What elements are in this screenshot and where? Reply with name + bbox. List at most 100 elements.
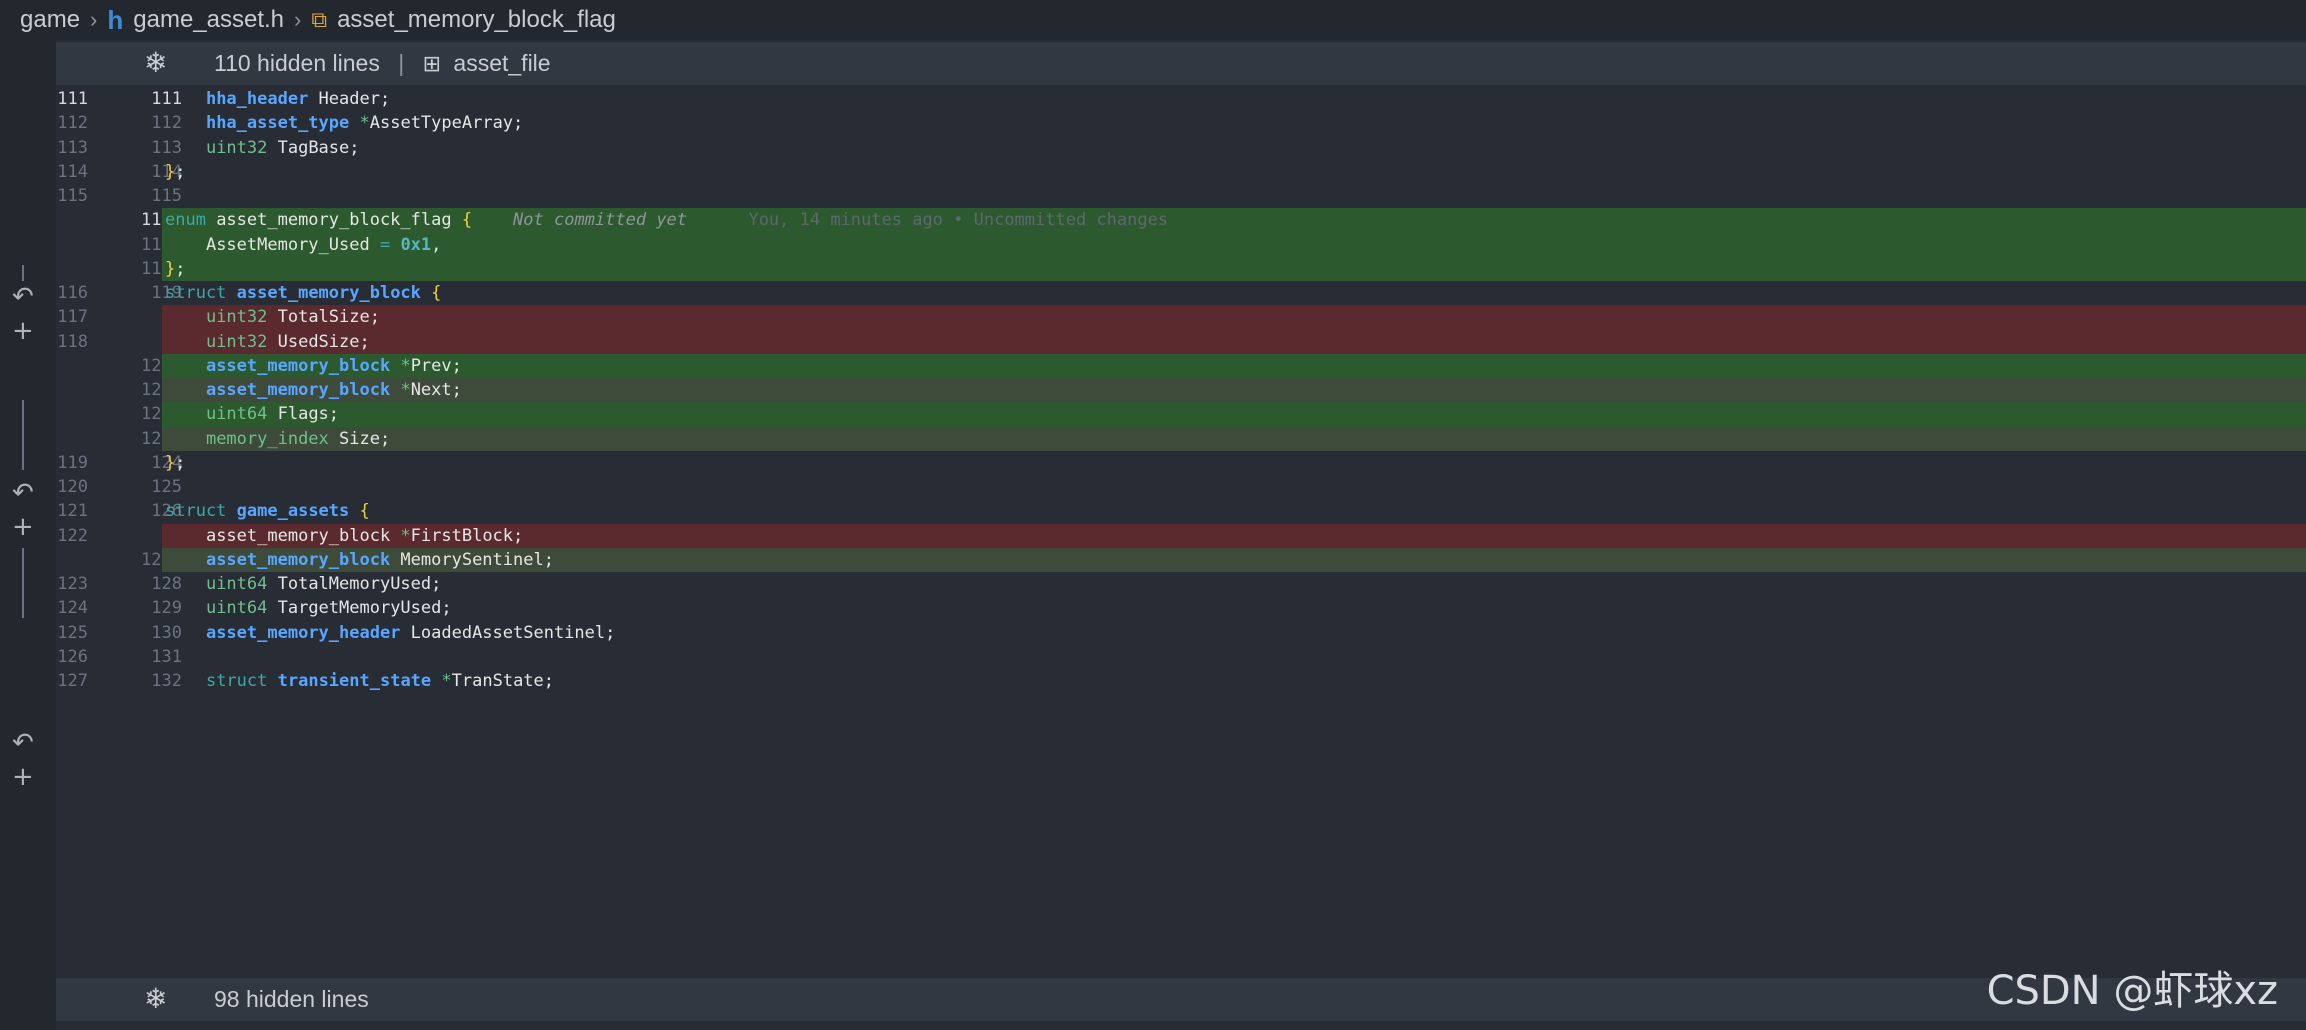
code-token: TranState;: [451, 671, 555, 691]
code-token: TotalMemoryUsed;: [267, 574, 442, 594]
code-line[interactable]: 121 126 struct game_assets {: [56, 499, 2306, 523]
code-text[interactable]: enum asset_memory_block_flag { Not commi…: [162, 208, 2306, 233]
old-line-number: 113: [57, 137, 88, 158]
revert-icon[interactable]: ↶: [12, 478, 34, 508]
stage-icon[interactable]: +: [12, 512, 34, 542]
code-line[interactable]: 126 131: [56, 645, 2306, 669]
code-line[interactable]: 112 112 hha_asset_type *AssetTypeArray;: [56, 111, 2306, 135]
old-line-number: [56, 208, 88, 232]
code-text[interactable]: uint32 TotalSize;: [162, 305, 2306, 330]
old-line-number: 120: [57, 477, 88, 497]
code-text[interactable]: asset_memory_header LoadedAssetSentinel;: [162, 621, 2306, 645]
hidden-lines-bar-bottom[interactable]: ❄ 98 hidden lines: [56, 978, 2306, 1021]
code-text[interactable]: asset_memory_block *Next;: [162, 378, 2306, 403]
code-text[interactable]: };: [162, 160, 2306, 184]
chevron-right-icon: ›: [294, 7, 302, 32]
code-text[interactable]: asset_memory_block *Prev;: [162, 353, 2306, 378]
code-token: ;: [175, 452, 186, 473]
code-text[interactable]: };: [162, 256, 2306, 281]
old-line-number: 111: [57, 89, 88, 109]
code-line[interactable]: 124 129 uint64 TargetMemoryUsed;: [56, 596, 2306, 620]
code-line[interactable]: 114 114};: [56, 160, 2306, 184]
code-line[interactable]: 115 115: [56, 184, 2306, 208]
watermark: CSDN @虾球xz: [1986, 968, 2278, 1014]
breadcrumb: game › h game_asset.h › ⧉ asset_memory_b…: [0, 0, 2306, 40]
code-token: }: [165, 452, 176, 473]
code-line[interactable]: 118— uint32 UsedSize;: [56, 329, 2306, 354]
code-line[interactable]: 127+ asset_memory_block MemorySentinel;: [56, 547, 2306, 572]
code-line[interactable]: 122+ uint64 Flags;: [56, 402, 2306, 427]
hidden-lines-bar-top[interactable]: ❄ 110 hidden lines | ⊞ asset_file: [56, 42, 2306, 85]
code-line[interactable]: 120+ asset_memory_block *Prev;: [56, 353, 2306, 378]
code-text[interactable]: [162, 184, 2306, 208]
code-line[interactable]: 111 111 hha_header Header;: [56, 87, 2306, 111]
code-text[interactable]: asset_memory_block MemorySentinel;: [162, 547, 2306, 572]
unfold-icon[interactable]: ❄: [144, 46, 167, 79]
code-line[interactable]: 121+ asset_memory_block *Next;: [56, 378, 2306, 403]
code-text[interactable]: [162, 645, 2306, 669]
code-token: FirstBlock;: [410, 525, 524, 546]
code-token: uint64: [205, 598, 268, 619]
breadcrumb-item-symbol[interactable]: asset_memory_block_flag: [337, 6, 616, 34]
code-line[interactable]: 120 125: [56, 475, 2306, 499]
code-line[interactable]: 125 130 asset_memory_header LoadedAssetSe…: [56, 621, 2306, 645]
hidden-lines-label: 110 hidden lines: [214, 50, 380, 76]
code-text[interactable]: hha_asset_type *AssetTypeArray;: [162, 111, 2306, 135]
code-line[interactable]: 113 113 uint32 TagBase;: [56, 136, 2306, 160]
code-token: Flags;: [267, 404, 340, 425]
code-token: uint32: [205, 331, 268, 352]
code-text[interactable]: struct game_assets {: [162, 499, 2306, 523]
code-line[interactable]: 123+ memory_index Size;: [56, 426, 2306, 451]
code-token: {: [359, 501, 370, 522]
breadcrumb-item-folder[interactable]: game: [20, 6, 80, 34]
revert-icon[interactable]: ↶: [12, 728, 34, 758]
code-text[interactable]: [162, 475, 2306, 499]
code-token: hha_header: [205, 89, 309, 109]
code-text[interactable]: uint32 UsedSize;: [162, 329, 2306, 354]
code-token: asset_memory_block: [205, 380, 391, 400]
code-text[interactable]: struct transient_state *TranState;: [162, 669, 2306, 693]
code-line[interactable]: 118+};: [56, 256, 2306, 281]
old-line-number: [56, 402, 88, 426]
code-token: TotalSize;: [267, 307, 380, 328]
code-line[interactable]: 127 132 struct transient_state *TranState…: [56, 669, 2306, 693]
old-line-number: [56, 233, 88, 257]
unfold-icon[interactable]: ❄: [144, 982, 167, 1015]
stage-icon[interactable]: +: [12, 316, 34, 346]
code-text[interactable]: AssetMemory_Used = 0x1,: [162, 232, 2306, 257]
code-token: AssetMemory_Used: [205, 234, 380, 255]
context-symbol[interactable]: asset_file: [453, 50, 550, 76]
code-text[interactable]: memory_index Size;: [162, 426, 2306, 451]
code-token: asset_memory_block: [205, 525, 401, 546]
revert-icon[interactable]: ↶: [12, 282, 34, 312]
code-token: struct: [205, 671, 268, 691]
code-text[interactable]: uint64 TargetMemoryUsed;: [162, 596, 2306, 620]
change-marker: [22, 400, 24, 470]
code-line[interactable]: 116+enum asset_memory_block_flag { Not c…: [56, 208, 2306, 233]
old-line-number: [56, 378, 88, 402]
code-text[interactable]: hha_header Header;: [162, 87, 2306, 111]
code-line[interactable]: 123 128 uint64 TotalMemoryUsed;: [56, 572, 2306, 596]
code-text[interactable]: struct asset_memory_block {: [162, 281, 2306, 305]
breadcrumb-item-file[interactable]: game_asset.h: [133, 6, 284, 34]
code-line[interactable]: 117+ AssetMemory_Used = 0x1,: [56, 232, 2306, 257]
code-text[interactable]: uint64 Flags;: [162, 402, 2306, 427]
stage-icon[interactable]: +: [12, 762, 34, 792]
code-text[interactable]: uint64 TotalMemoryUsed;: [162, 572, 2306, 596]
code-token: ;: [175, 258, 186, 279]
code-token: struct: [165, 501, 227, 522]
code-text[interactable]: uint32 TagBase;: [162, 136, 2306, 160]
code-line[interactable]: 116 119 struct asset_memory_block {: [56, 281, 2306, 305]
code-line[interactable]: 119 124};: [56, 451, 2306, 475]
code-line[interactable]: 117— uint32 TotalSize;: [56, 305, 2306, 330]
code-text[interactable]: asset_memory_block *FirstBlock;: [162, 523, 2306, 548]
code-line[interactable]: 122— asset_memory_block *FirstBlock;: [56, 523, 2306, 548]
code-text[interactable]: };: [162, 451, 2306, 475]
